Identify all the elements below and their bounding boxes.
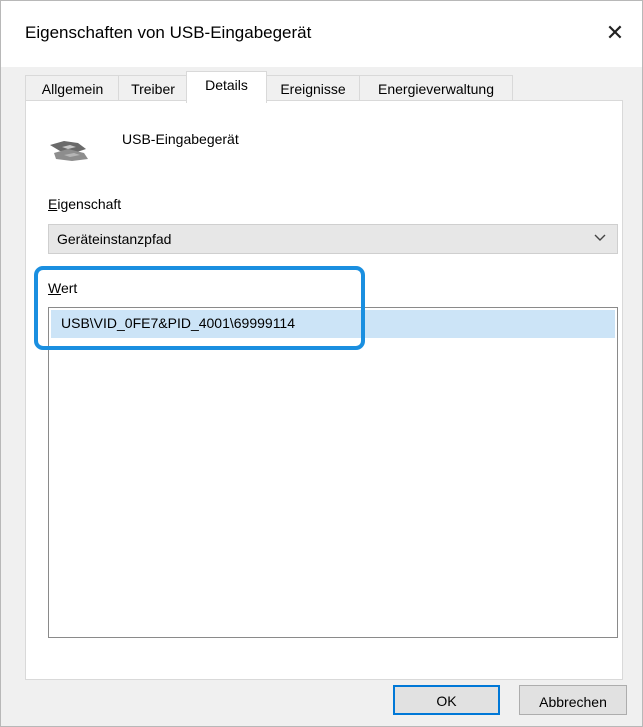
title-bar[interactable]: Eigenschaften von USB-Eingabegerät ✕ bbox=[1, 1, 642, 67]
value-label: Wert bbox=[48, 280, 77, 296]
value-listbox[interactable]: USB\VID_0FE7&PID_4001\69999114 bbox=[48, 307, 618, 638]
properties-window: Eigenschaften von USB-Eingabegerät ✕ All… bbox=[0, 0, 643, 727]
window-title: Eigenschaften von USB-Eingabegerät bbox=[25, 23, 312, 42]
property-dropdown-value: Geräteinstanzpfad bbox=[57, 231, 172, 247]
close-icon[interactable]: ✕ bbox=[592, 11, 638, 55]
value-label-rest: ert bbox=[60, 280, 78, 296]
list-item-text: USB\VID_0FE7&PID_4001\69999114 bbox=[61, 315, 296, 331]
details-panel: USB-Eingabegerät Eigenschaft Geräteinsta… bbox=[25, 100, 623, 680]
device-name: USB-Eingabegerät bbox=[122, 131, 239, 147]
property-label-rest: igenschaft bbox=[57, 196, 122, 212]
tab-allgemein[interactable]: Allgemein bbox=[25, 75, 120, 102]
tab-bar: Allgemein Treiber Details Ereignisse Ene… bbox=[25, 71, 625, 103]
usb-device-icon bbox=[50, 141, 88, 161]
list-item[interactable]: USB\VID_0FE7&PID_4001\69999114 bbox=[51, 310, 615, 338]
tab-treiber[interactable]: Treiber bbox=[118, 75, 188, 102]
property-label: Eigenschaft bbox=[48, 196, 121, 212]
chevron-down-icon bbox=[594, 234, 606, 241]
tab-ereignisse[interactable]: Ereignisse bbox=[265, 75, 361, 102]
cancel-button[interactable]: Abbrechen bbox=[519, 685, 627, 715]
property-label-accesskey: E bbox=[48, 196, 58, 212]
ok-button[interactable]: OK bbox=[393, 685, 500, 715]
tab-energieverwaltung[interactable]: Energieverwaltung bbox=[359, 75, 513, 102]
tab-details[interactable]: Details bbox=[186, 71, 267, 103]
property-dropdown[interactable]: Geräteinstanzpfad bbox=[48, 224, 618, 254]
value-label-accesskey: W bbox=[48, 280, 61, 296]
